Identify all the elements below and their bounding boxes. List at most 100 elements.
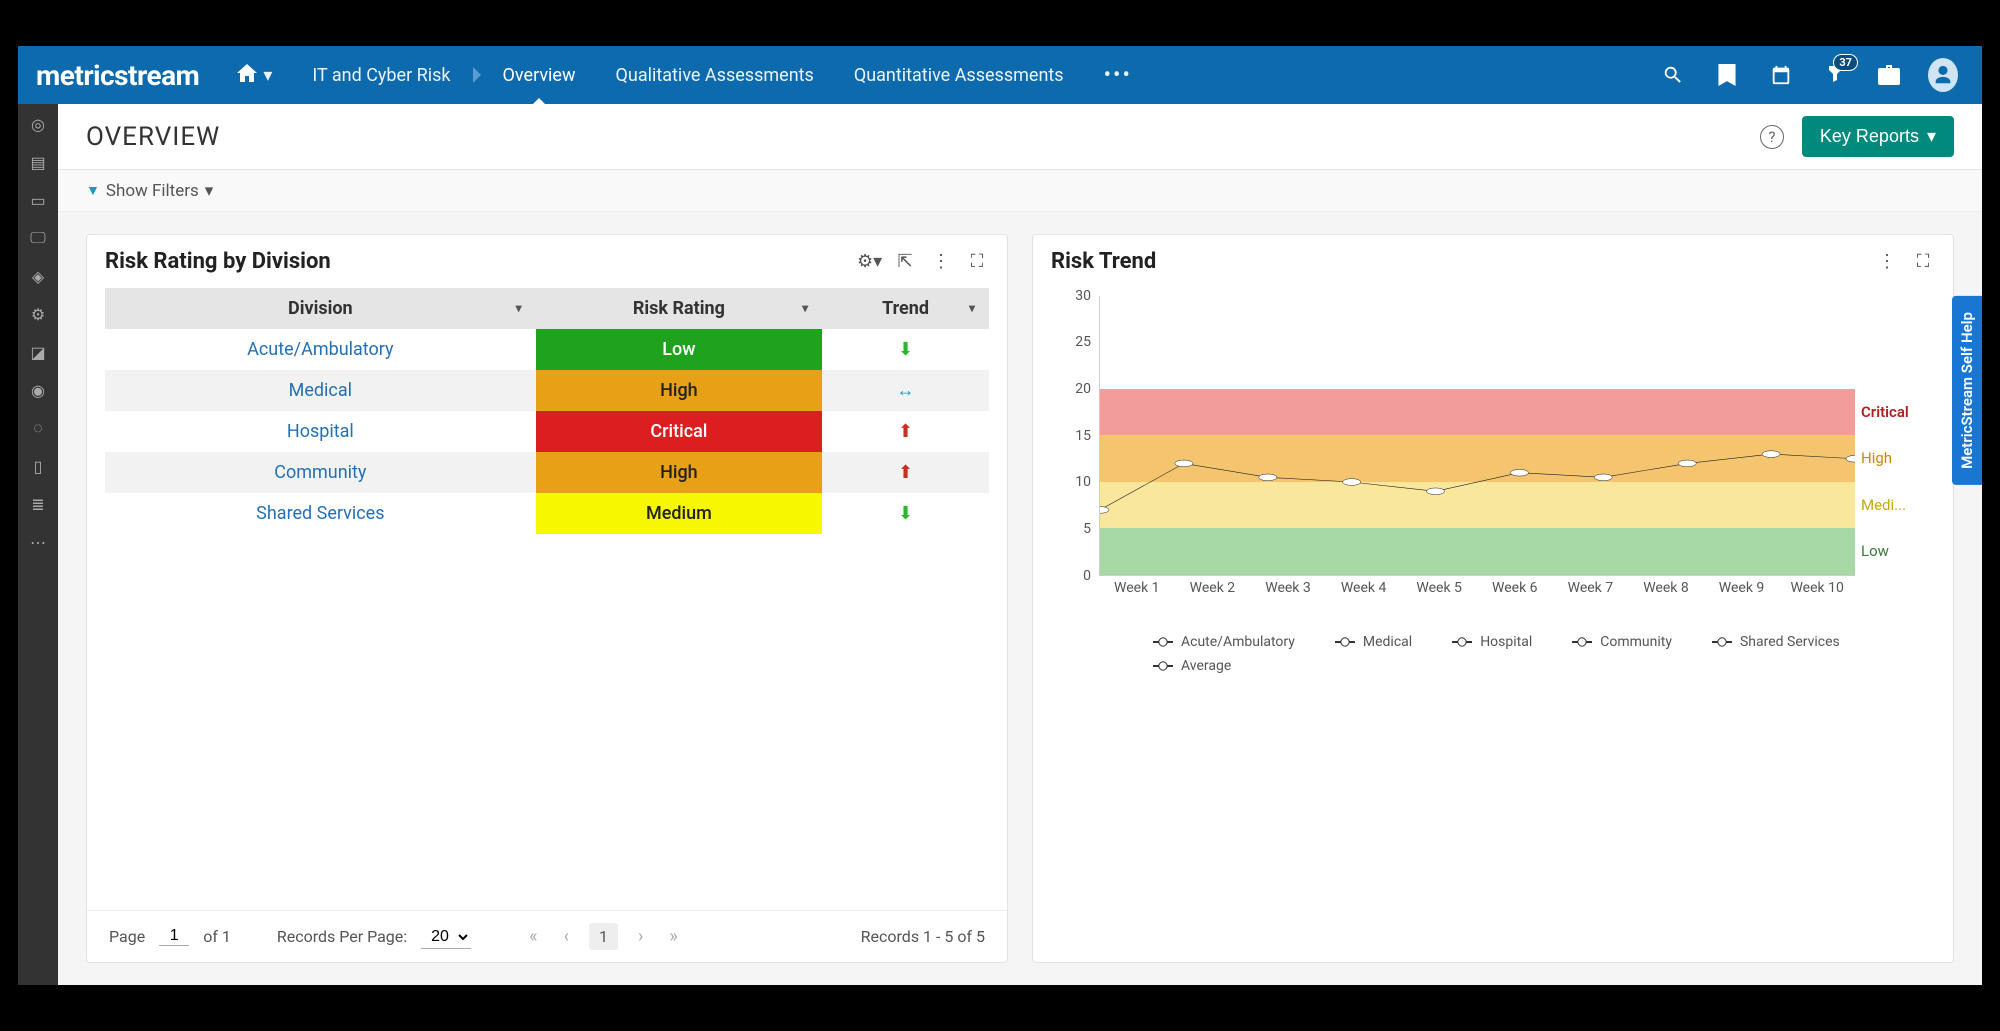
filter-bar: ▼ Show Filters ▾ (58, 170, 1982, 212)
key-reports-label: Key Reports (1820, 126, 1919, 147)
show-filters-toggle[interactable]: ▼ Show Filters ▾ (86, 181, 213, 201)
more-icon[interactable]: ⋮ (1875, 251, 1899, 272)
tab-more[interactable]: ••• (1090, 46, 1146, 104)
x-tick-label: Week 6 (1477, 576, 1553, 616)
chart-legend: Acute/Ambulatory Medical Hospital Community… (1033, 628, 1953, 688)
trend-flat-icon: ↔ (897, 380, 915, 401)
table-row: Shared ServicesMedium⬇ (105, 493, 989, 534)
home-icon (237, 64, 257, 87)
table-row: Acute/AmbulatoryLow⬇ (105, 329, 989, 370)
breadcrumb-separator-icon (473, 67, 481, 83)
page-title: OVERVIEW (86, 122, 1760, 152)
nav-tag-icon[interactable]: ◪ (28, 342, 48, 362)
nav-monitor-icon[interactable]: ▭ (28, 190, 48, 210)
legend-label: Shared Services (1740, 634, 1840, 650)
caret-down-icon: ▾ (1927, 126, 1936, 147)
table-row: CommunityHigh⬆ (105, 452, 989, 493)
page-label: Page (109, 927, 145, 946)
caret-down-icon: ▾ (205, 181, 214, 201)
risk-rating-panel: Risk Rating by Division ⚙▾ ⇱ ⋮ ⛶ Divisio… (86, 234, 1008, 964)
tab-quantitative[interactable]: Quantitative Assessments (840, 46, 1078, 104)
help-icon[interactable]: ? (1760, 125, 1784, 149)
legend-marker-icon (1153, 641, 1173, 643)
brand-logo: metricstream (36, 59, 199, 92)
y-tick-label: 30 (1075, 288, 1091, 304)
caret-down-icon: ▾ (263, 65, 272, 86)
risk-trend-chart: 051015202530 CriticalHighMedi...Low Week… (1051, 296, 1935, 616)
legend-item[interactable]: Shared Services (1712, 634, 1840, 650)
pager-last[interactable]: » (663, 926, 683, 947)
table-row: MedicalHigh↔ (105, 370, 989, 411)
legend-marker-icon (1153, 665, 1173, 667)
tab-qualitative[interactable]: Qualitative Assessments (602, 46, 828, 104)
x-tick-label: Week 3 (1250, 576, 1326, 616)
risk-trend-panel: Risk Trend ⋮ ⛶ 051015202530 CriticalHigh… (1032, 234, 1954, 964)
trend-cell: ⬆ (822, 411, 989, 452)
nav-stack-icon[interactable]: ≣ (28, 494, 48, 514)
col-risk-rating[interactable]: Risk Rating▾ (536, 288, 822, 329)
user-avatar[interactable] (1928, 60, 1958, 90)
trend-cell: ↔ (822, 370, 989, 411)
division-cell[interactable]: Hospital (105, 411, 536, 452)
division-cell[interactable]: Community (105, 452, 536, 493)
legend-label: Average (1181, 658, 1231, 674)
pager-first[interactable]: « (523, 926, 543, 947)
pager-prev[interactable]: ‹ (558, 926, 575, 947)
col-division[interactable]: Division▾ (105, 288, 536, 329)
legend-marker-icon (1335, 641, 1355, 643)
show-filters-label: Show Filters (106, 181, 199, 201)
legend-label: Acute/Ambulatory (1181, 634, 1295, 650)
search-icon[interactable] (1658, 60, 1688, 90)
breadcrumb-root[interactable]: IT and Cyber Risk (298, 46, 464, 104)
tab-overview[interactable]: Overview (489, 46, 590, 104)
calendar-icon[interactable] (1766, 60, 1796, 90)
expand-icon[interactable]: ⛶ (965, 251, 989, 272)
x-tick-label: Week 9 (1704, 576, 1780, 616)
trend-cell: ⬇ (822, 329, 989, 370)
expand-icon[interactable]: ⛶ (1911, 251, 1935, 272)
legend-label: Medical (1363, 634, 1412, 650)
nav-cycle-icon[interactable]: ◌ (28, 418, 48, 438)
self-help-tab[interactable]: MetricStream Self Help (1952, 296, 1982, 485)
y-tick-label: 10 (1075, 474, 1091, 490)
legend-item[interactable]: Hospital (1452, 634, 1532, 650)
legend-item[interactable]: Community (1572, 634, 1672, 650)
key-reports-button[interactable]: Key Reports ▾ (1802, 116, 1954, 157)
rating-cell: Medium (536, 493, 822, 534)
notifications-icon[interactable]: 37 (1820, 60, 1850, 90)
page-input[interactable] (159, 927, 189, 946)
gear-icon[interactable]: ⚙▾ (857, 251, 881, 272)
table-footer: Page of 1 Records Per Page: 20 « ‹ 1 › » (87, 910, 1007, 962)
col-trend[interactable]: Trend▾ (822, 288, 989, 329)
bookmark-icon[interactable] (1712, 60, 1742, 90)
rpp-label: Records Per Page: (277, 927, 407, 946)
nav-more-icon[interactable]: ⋯ (28, 532, 48, 552)
export-icon[interactable]: ⇱ (893, 251, 917, 272)
briefcase-icon[interactable] (1874, 60, 1904, 90)
rpp-select[interactable]: 20 (421, 925, 471, 949)
nav-cube-icon[interactable]: ◈ (28, 266, 48, 286)
nav-file-icon[interactable]: ▯ (28, 456, 48, 476)
more-icon[interactable]: ⋮ (929, 251, 953, 272)
nav-dashboard-icon[interactable]: ◎ (28, 114, 48, 134)
x-tick-label: Week 5 (1401, 576, 1477, 616)
pager-next[interactable]: › (632, 926, 649, 947)
division-cell[interactable]: Shared Services (105, 493, 536, 534)
left-nav: ◎ ▤ ▭ 🖵 ◈ ⚙ ◪ ◉ ◌ ▯ ≣ ⋯ (18, 104, 58, 985)
rating-cell: Low (536, 329, 822, 370)
records-label: Records 1 - 5 of 5 (861, 927, 985, 946)
legend-item[interactable]: Average (1153, 658, 1231, 674)
nav-display-icon[interactable]: 🖵 (28, 228, 48, 248)
rating-cell: High (536, 452, 822, 493)
caret-down-icon: ▾ (802, 301, 808, 315)
trend-up-icon: ⬆ (898, 421, 913, 442)
legend-marker-icon (1712, 641, 1732, 643)
nav-reports-icon[interactable]: ▤ (28, 152, 48, 172)
nav-refresh-icon[interactable]: ◉ (28, 380, 48, 400)
division-cell[interactable]: Medical (105, 370, 536, 411)
legend-item[interactable]: Acute/Ambulatory (1153, 634, 1295, 650)
legend-item[interactable]: Medical (1335, 634, 1412, 650)
home-dropdown[interactable]: ▾ (223, 46, 286, 104)
division-cell[interactable]: Acute/Ambulatory (105, 329, 536, 370)
nav-gear-icon[interactable]: ⚙ (28, 304, 48, 324)
